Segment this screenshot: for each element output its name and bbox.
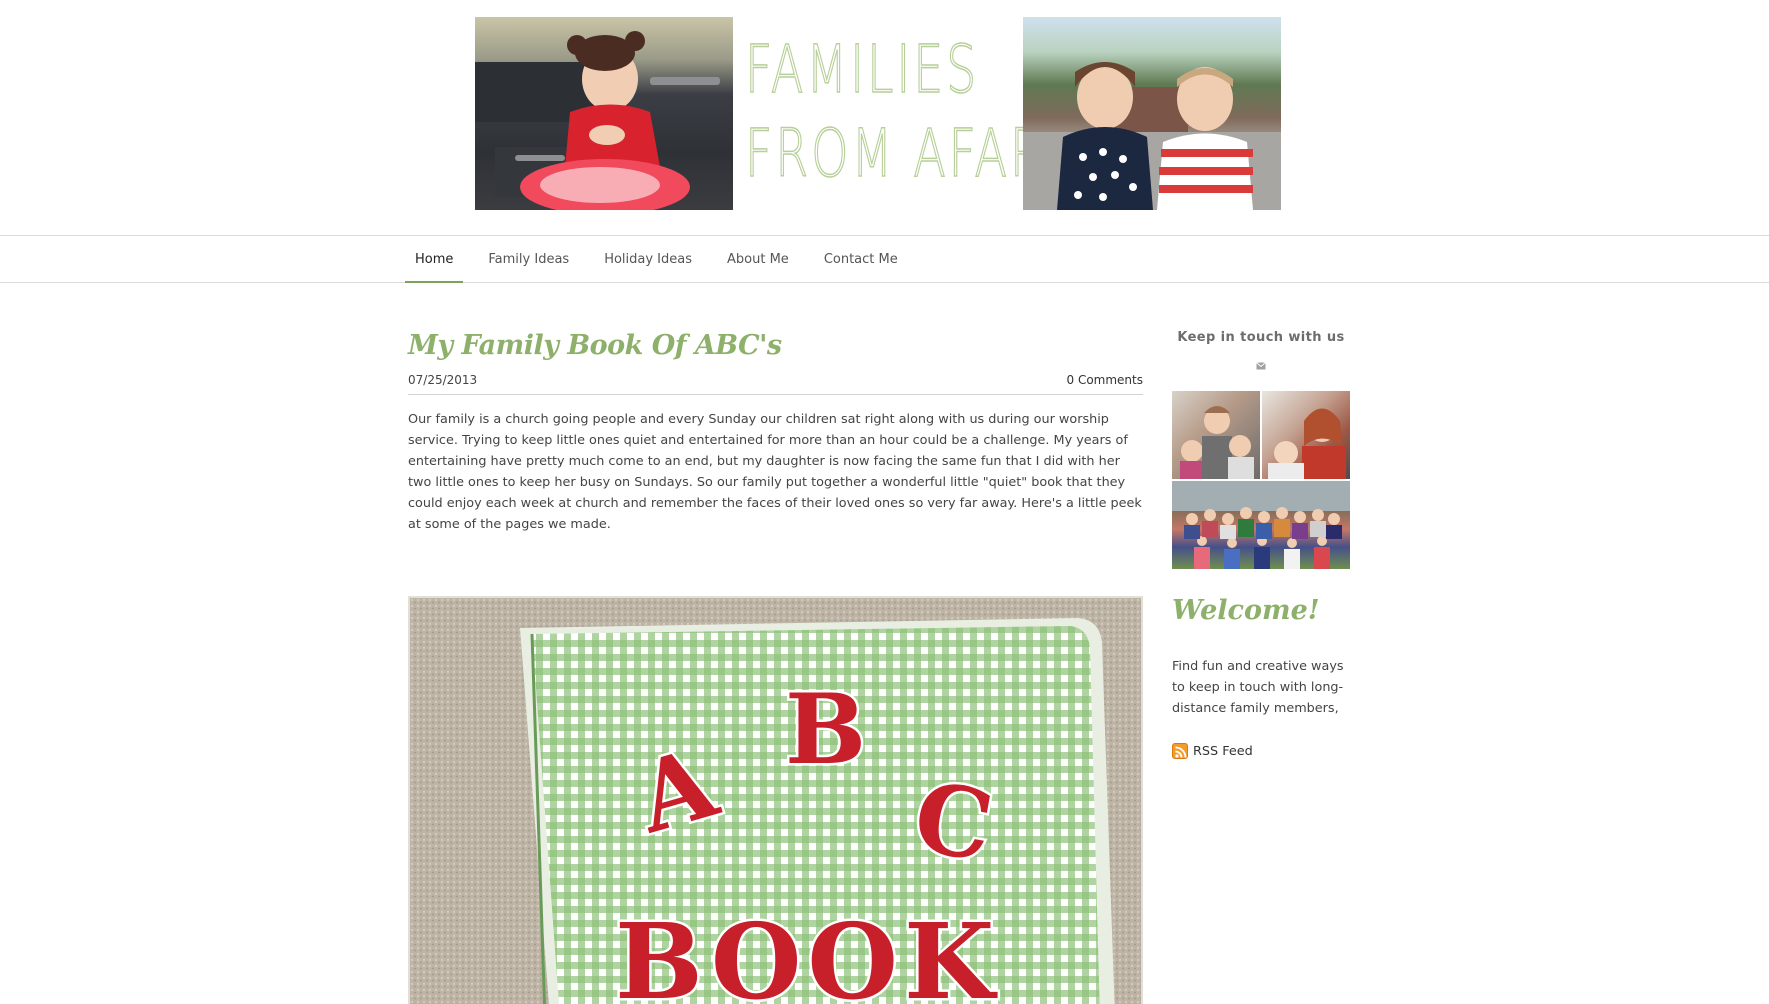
rss-feed-link[interactable]: RSS Feed (1172, 743, 1350, 759)
site-title-line-2[interactable]: FROM AFAR (744, 120, 1046, 188)
banner-photo-two-children (1023, 17, 1281, 210)
image-word-book: BOOK (615, 900, 1000, 1004)
collage-photo-grandma-kids (1172, 391, 1260, 479)
image-letter-b: B (785, 673, 866, 786)
post-image-abc-book[interactable]: A B C BOOK (408, 596, 1143, 1004)
envelope-icon[interactable] (1172, 359, 1350, 373)
family-photo-collage[interactable] (1172, 391, 1350, 569)
post-title[interactable]: My Family Book Of ABC's (408, 330, 1143, 361)
sidebar: Keep in touch with us Welcome! Find fun … (1172, 330, 1350, 759)
welcome-text: Find fun and creative ways to keep in to… (1172, 659, 1344, 716)
post-body: Our family is a church going people and … (408, 412, 1142, 532)
welcome-heading: Welcome! (1172, 595, 1320, 626)
rss-icon (1172, 743, 1188, 759)
nav-item-family-ideas[interactable]: Family Ideas (478, 236, 579, 283)
header-banner[interactable]: FAMILIES FROM AFAR (475, 17, 1281, 210)
site-title[interactable]: FAMILIES FROM AFAR (733, 17, 1043, 210)
nav-item-contact-me[interactable]: Contact Me (814, 236, 908, 283)
nav-item-about-me[interactable]: About Me (717, 236, 799, 283)
post-meta: 07/25/2013 0 Comments (408, 373, 1143, 395)
nav-item-holiday-ideas[interactable]: Holiday Ideas (594, 236, 702, 283)
keep-in-touch-heading: Keep in touch with us (1177, 330, 1345, 345)
main-nav: Home Family Ideas Holiday Ideas About Me… (405, 236, 923, 283)
rss-feed-label[interactable]: RSS Feed (1193, 744, 1253, 759)
banner-photo-girl-red-dress (475, 17, 733, 210)
collage-photo-grandma-baby (1262, 391, 1350, 479)
nav-item-home[interactable]: Home (405, 236, 464, 283)
navigation-bar: Home Family Ideas Holiday Ideas About Me… (0, 235, 1769, 283)
blog-post: My Family Book Of ABC's 07/25/2013 0 Com… (408, 330, 1143, 1004)
collage-photo-family-group (1172, 481, 1350, 569)
post-comments-link[interactable]: 0 Comments (1067, 373, 1144, 387)
post-date: 07/25/2013 (408, 373, 478, 387)
site-title-line-1[interactable]: FAMILIES (744, 36, 979, 104)
